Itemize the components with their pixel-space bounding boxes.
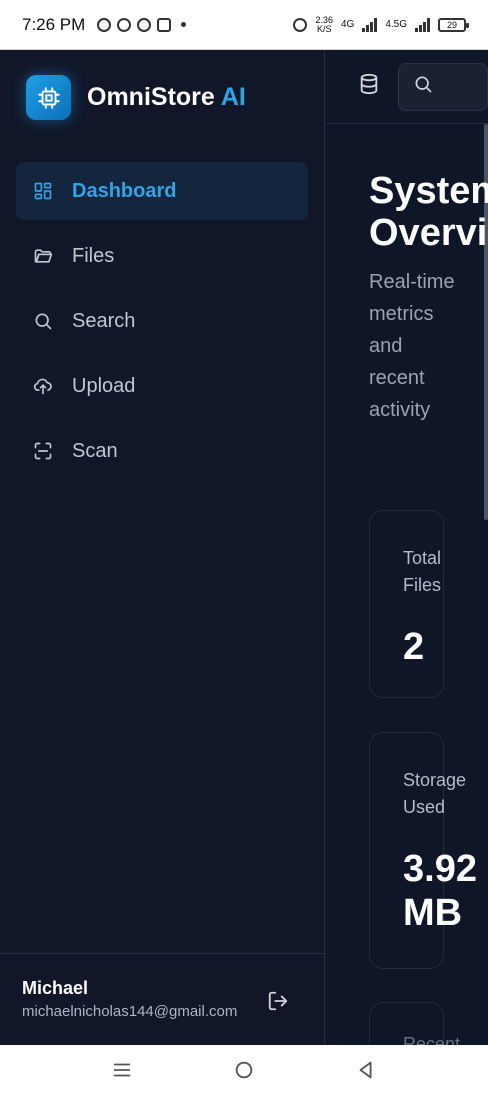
user-email: michaelnicholas144@gmail.com [22, 1003, 238, 1020]
recent-apps-icon[interactable] [111, 1059, 133, 1086]
battery-icon: 29 [438, 17, 469, 32]
stat-label: Storage Used [403, 770, 467, 817]
home-icon[interactable] [233, 1059, 255, 1086]
search-input[interactable] [398, 62, 488, 111]
network-type-b: 4.5G [385, 19, 407, 30]
sidebar: OmniStore AI Dashboard Files Search Uplo… [0, 50, 325, 1045]
stat-label: Total Files [403, 548, 442, 595]
sidebar-item-files[interactable]: Files [16, 227, 308, 285]
search-icon [413, 74, 433, 99]
brand[interactable]: OmniStore AI [26, 75, 246, 120]
sidebar-item-dashboard[interactable]: Dashboard [16, 162, 308, 220]
sidebar-item-label: Upload [72, 374, 136, 397]
network-speed: 2.36 K/S [315, 15, 333, 34]
network-speed-unit: K/S [316, 23, 332, 34]
status-bar: 7:26 PM 2.36 K/S 4G 4.5G 29 [0, 0, 488, 50]
whatsapp-icon [137, 17, 152, 32]
sidebar-item-label: Files [72, 244, 115, 267]
database-icon[interactable] [358, 73, 380, 100]
back-icon[interactable] [355, 1059, 377, 1086]
stat-card-storage-used: Storage Used 3.92 MB [369, 732, 477, 969]
search-icon [32, 310, 54, 332]
sidebar-nav: Dashboard Files Search Upload Scan [16, 162, 308, 487]
stat-value: 3.92 MB [403, 848, 477, 934]
upload-cloud-icon [32, 375, 54, 397]
signal-icon [362, 17, 378, 32]
facebook-icon [117, 17, 132, 32]
stat-label: Recent [403, 1034, 461, 1045]
brand-name: OmniStore AI [87, 83, 246, 112]
main-content: System Overview Real-time metrics and re… [326, 50, 488, 1045]
stat-value: 2 [403, 626, 425, 668]
facebook-icon [97, 17, 112, 32]
top-bar [326, 50, 488, 124]
sidebar-item-search[interactable]: Search [16, 292, 308, 350]
brand-name-suffix: AI [220, 83, 246, 111]
sidebar-item-label: Search [72, 309, 136, 332]
network-type-a: 4G [340, 19, 355, 30]
dashboard-icon [32, 180, 54, 202]
stat-card-total-files: Total Files 2 [369, 510, 444, 698]
sidebar-item-label: Scan [72, 439, 118, 462]
brand-name-main: OmniStore [87, 83, 215, 111]
signal-icon [415, 17, 430, 32]
page-subtitle: Real-time metrics and recent activity [369, 271, 455, 421]
system-nav-bar [0, 1045, 488, 1100]
logout-icon[interactable] [267, 990, 291, 1014]
sidebar-item-scan[interactable]: Scan [16, 422, 308, 480]
folder-icon [32, 245, 54, 267]
sidebar-item-label: Dashboard [72, 179, 177, 202]
dashboard-content: System Overview Real-time metrics and re… [369, 170, 488, 1045]
page-title: System Overview [369, 170, 488, 254]
more-notifications-dot [181, 22, 187, 27]
scan-icon [32, 440, 54, 462]
battery-level: 29 [446, 19, 457, 30]
alarm-icon [293, 17, 308, 32]
user-panel: Michael michaelnicholas144@gmail.com [0, 953, 325, 1045]
clock: 7:26 PM [22, 14, 86, 34]
sidebar-item-upload[interactable]: Upload [16, 357, 308, 415]
user-name: Michael [22, 978, 89, 998]
stat-card-recent: Recent [369, 1002, 460, 1045]
notification-icon [157, 17, 172, 32]
chip-icon [26, 75, 71, 120]
